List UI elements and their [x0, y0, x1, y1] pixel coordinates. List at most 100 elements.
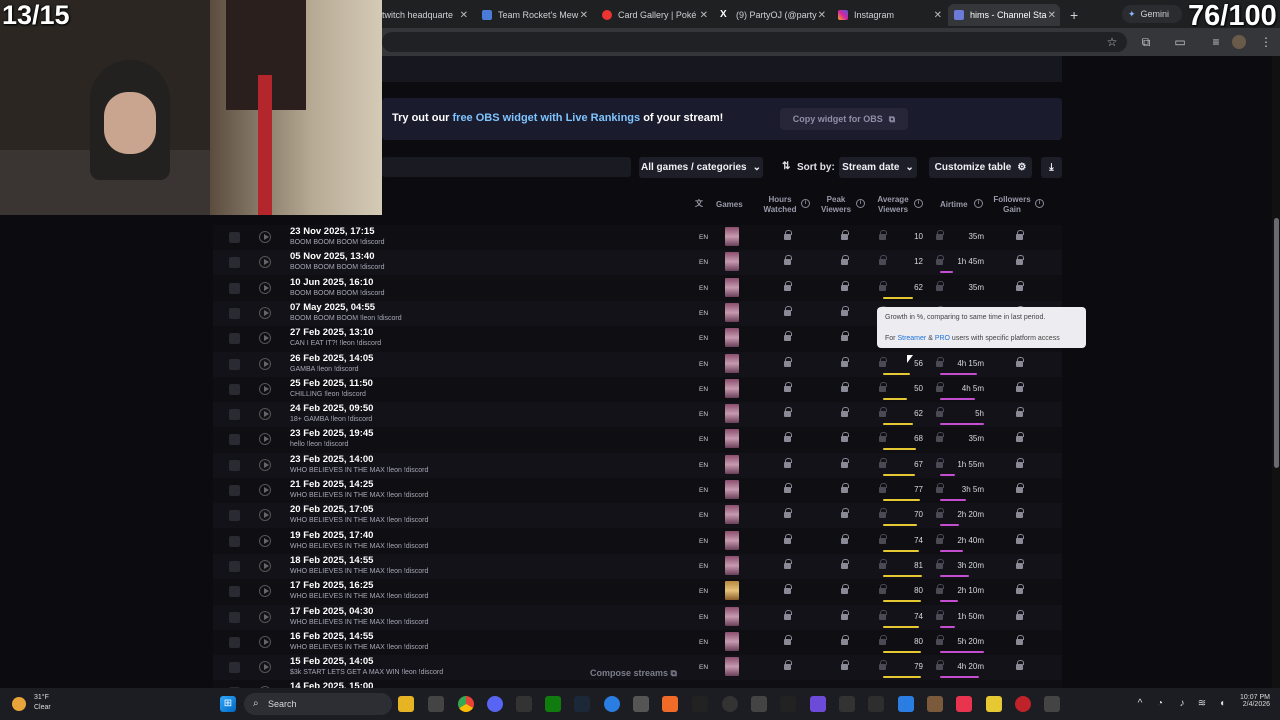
- info-icon[interactable]: i: [974, 199, 983, 209]
- row-checkbox[interactable]: [229, 307, 240, 319]
- game-cover[interactable]: [725, 657, 739, 677]
- play-icon[interactable]: [259, 231, 271, 243]
- play-icon[interactable]: [259, 509, 271, 522]
- games-filter-dropdown[interactable]: All games / categories ⌄: [639, 157, 763, 178]
- sort-dropdown[interactable]: Stream date ⌄: [839, 157, 917, 178]
- game-cover[interactable]: [725, 480, 739, 499]
- table-row[interactable]: 17 Feb 2025, 16:25 WHO BELIEVES IN THE MA…: [213, 579, 1062, 604]
- obs-widget-link[interactable]: free OBS widget with Live Rankings: [453, 112, 641, 124]
- table-row[interactable]: 23 Nov 2025, 17:15 BOOM BOOM BOOM !discor…: [213, 225, 1062, 250]
- close-icon[interactable]: ✕: [818, 10, 826, 21]
- table-row[interactable]: 05 Nov 2025, 13:40 BOOM BOOM BOOM !discor…: [213, 250, 1062, 276]
- tab-hims-channel-stats[interactable]: hims - Channel Sta ✕: [948, 4, 1060, 26]
- tab-instagram[interactable]: Instagram ✕: [832, 4, 946, 26]
- file-explorer-icon[interactable]: [398, 696, 414, 712]
- tab-x-partyoj[interactable]: X (9) PartyOJ (@party ✕: [714, 4, 830, 26]
- col-hours-watched[interactable]: Hours Watched: [758, 195, 802, 215]
- table-row[interactable]: 25 Feb 2025, 11:50 CHILLING !leon !discor…: [213, 377, 1062, 402]
- steam-icon[interactable]: [574, 696, 590, 712]
- app-icon[interactable]: [810, 696, 826, 712]
- game-cover[interactable]: [725, 631, 739, 651]
- game-cover[interactable]: [725, 277, 739, 297]
- game-cover[interactable]: [725, 505, 739, 525]
- app-icon[interactable]: [780, 696, 796, 712]
- bookmark-star-icon[interactable]: ☆: [1104, 34, 1120, 50]
- col-average-viewers[interactable]: Average Viewers: [874, 195, 912, 215]
- play-icon[interactable]: [259, 357, 271, 370]
- info-icon[interactable]: i: [914, 199, 923, 209]
- row-checkbox[interactable]: [229, 636, 240, 648]
- play-icon[interactable]: [259, 534, 271, 547]
- discord-icon[interactable]: [487, 696, 503, 712]
- app-icon[interactable]: [839, 696, 855, 712]
- game-cover[interactable]: [725, 555, 739, 575]
- row-checkbox[interactable]: [229, 485, 240, 496]
- table-row[interactable]: 16 Feb 2025, 14:55 WHO BELIEVES IN THE MA…: [213, 630, 1062, 655]
- row-checkbox[interactable]: [229, 611, 240, 623]
- game-cover[interactable]: [725, 252, 739, 272]
- play-icon[interactable]: [259, 585, 271, 598]
- play-icon[interactable]: [259, 484, 271, 496]
- table-row[interactable]: 10 Jun 2025, 16:10 BOOM BOOM BOOM !discor…: [213, 276, 1062, 301]
- play-icon[interactable]: [259, 661, 271, 674]
- xbox-icon[interactable]: [545, 696, 561, 712]
- table-row[interactable]: 23 Feb 2025, 14:00 WHO BELIEVES IN THE MA…: [213, 452, 1062, 478]
- table-row[interactable]: 14 Feb 2025, 15:00: [213, 680, 1062, 688]
- app-icon[interactable]: [751, 696, 767, 712]
- tab-card-gallery[interactable]: Card Gallery | Poké ✕: [596, 4, 712, 26]
- chevron-up-icon[interactable]: ^: [1132, 696, 1148, 712]
- row-checkbox[interactable]: [229, 232, 240, 243]
- app-icon[interactable]: [516, 696, 532, 712]
- table-row[interactable]: 17 Feb 2025, 04:30 WHO BELIEVES IN THE MA…: [213, 604, 1062, 630]
- chrome-icon[interactable]: [458, 696, 474, 712]
- game-cover[interactable]: [725, 606, 739, 626]
- pro-link[interactable]: PRO: [935, 335, 950, 342]
- speaker-icon[interactable]: ♪: [1174, 696, 1190, 712]
- app-icon[interactable]: [662, 696, 678, 712]
- info-icon[interactable]: i: [801, 199, 810, 209]
- address-bar[interactable]: [382, 32, 1127, 52]
- row-checkbox[interactable]: [229, 358, 240, 370]
- play-icon[interactable]: [259, 433, 271, 446]
- row-checkbox[interactable]: [229, 383, 240, 395]
- play-icon[interactable]: [259, 256, 271, 269]
- row-checkbox[interactable]: [229, 560, 240, 572]
- close-icon[interactable]: ✕: [580, 10, 588, 21]
- new-tab-button[interactable]: +: [1064, 4, 1082, 26]
- play-icon[interactable]: [259, 332, 271, 345]
- streamer-link[interactable]: Streamer: [897, 335, 926, 342]
- game-cover[interactable]: [725, 404, 739, 424]
- app-icon[interactable]: [868, 696, 884, 712]
- row-checkbox[interactable]: [229, 434, 240, 446]
- row-checkbox[interactable]: [229, 510, 240, 522]
- clock[interactable]: 10:07 PM 2/4/2026: [1232, 694, 1270, 708]
- app-icon[interactable]: [692, 696, 708, 712]
- profile-avatar[interactable]: [1232, 35, 1246, 49]
- row-checkbox[interactable]: [229, 409, 240, 421]
- app-icon[interactable]: [633, 696, 649, 712]
- table-row[interactable]: 21 Feb 2025, 14:25 WHO BELIEVES IN THE MA…: [213, 478, 1062, 503]
- row-checkbox[interactable]: [229, 459, 240, 471]
- app-icon[interactable]: [986, 696, 1002, 712]
- browser-icon[interactable]: [604, 696, 620, 712]
- table-row[interactable]: 26 Feb 2025, 14:05 GAMBA !leon !discord EN…: [213, 351, 1062, 377]
- row-checkbox[interactable]: [229, 282, 240, 294]
- taskbar-search[interactable]: ⌕ Search: [244, 693, 392, 715]
- play-icon[interactable]: [259, 382, 271, 395]
- store-icon[interactable]: [428, 696, 444, 712]
- download-button[interactable]: ⤓: [1041, 157, 1062, 178]
- play-icon[interactable]: [259, 306, 271, 319]
- game-cover[interactable]: [725, 454, 739, 474]
- cast-icon[interactable]: ▭: [1172, 34, 1188, 50]
- game-cover[interactable]: [725, 378, 739, 398]
- compose-streams-button[interactable]: Compose streams ⧉: [590, 668, 677, 679]
- start-windows-icon[interactable]: ⊞: [220, 696, 236, 712]
- search-input[interactable]: [382, 157, 631, 177]
- row-checkbox[interactable]: [229, 257, 240, 269]
- app-icon[interactable]: [927, 696, 943, 712]
- reading-list-icon[interactable]: ≡: [1208, 34, 1224, 50]
- play-icon[interactable]: [259, 458, 271, 471]
- obs-icon[interactable]: [722, 696, 738, 712]
- network-icon[interactable]: ◔: [1152, 696, 1168, 712]
- customize-table-button[interactable]: Customize table ⚙: [929, 157, 1032, 178]
